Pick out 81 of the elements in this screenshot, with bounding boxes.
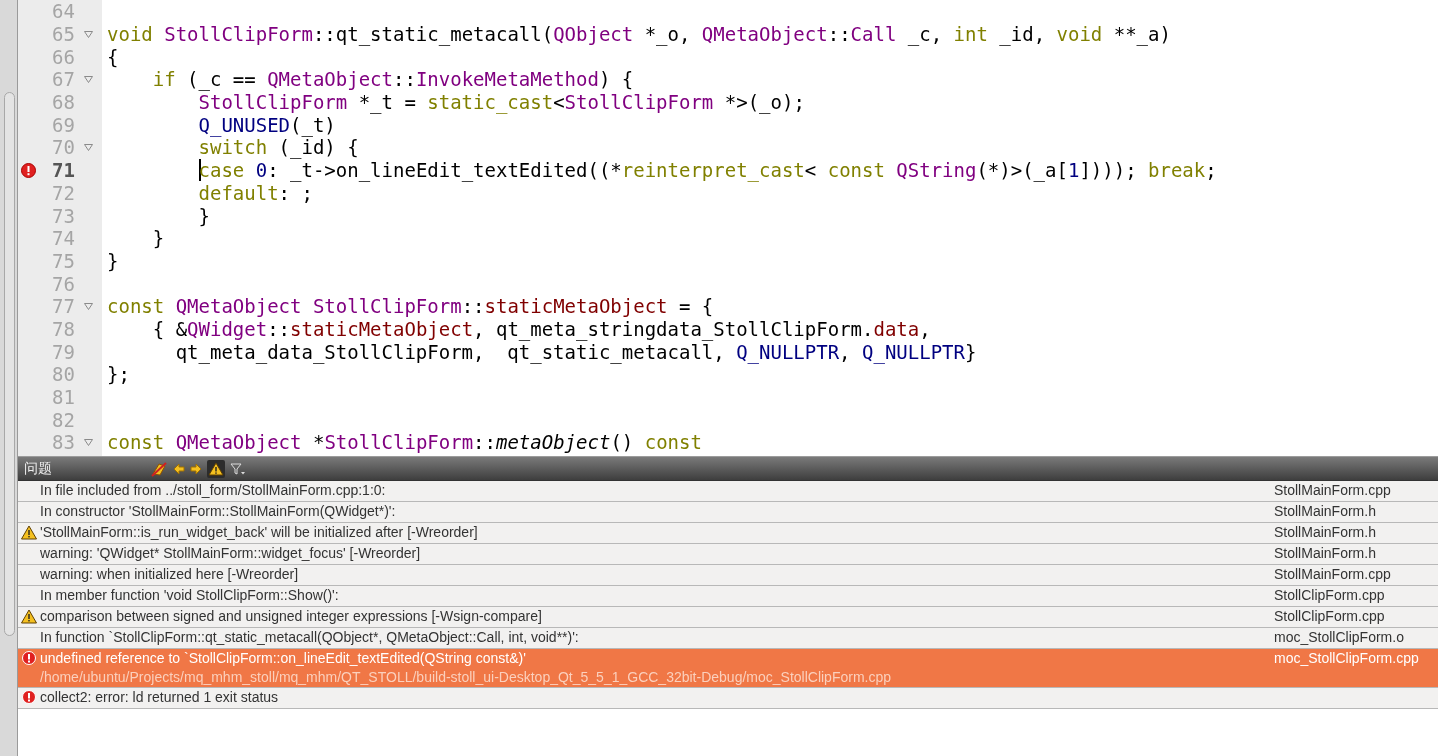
line-number: 80 [51, 363, 75, 386]
eraser-icon[interactable] [150, 459, 168, 478]
line-number: 71 [51, 159, 75, 182]
problem-message: collect2: error: ld returned 1 exit status [40, 688, 280, 707]
problem-row[interactable] [18, 649, 1438, 688]
right-arrow-icon[interactable] [190, 462, 202, 475]
error-icon [22, 651, 36, 665]
error-icon [22, 690, 36, 704]
line-number: 70 [51, 136, 75, 159]
code-line: } [197, 204, 210, 227]
warning-icon [21, 525, 37, 540]
file-name: moc_StollClipForm.o [1274, 628, 1405, 647]
code-line: StollClipForm *_t = static_cast<StollClipForm *>(_o); [197, 91, 805, 114]
file-path: /home/ubuntu/Projects/mq_mhm_stoll/mq_mhm/QT_STOLL/build-stoll_ui-Desktop_Qt_5_5_1_GCC_32bit-Debug/moc_StollClipForm.cpp [40, 668, 893, 687]
fold-arrow-icon[interactable] [84, 438, 93, 446]
panel-title: 问题 [24, 459, 53, 478]
line-number: 67 [51, 68, 75, 91]
problem-message: warning: 'QWidget* StollMainForm::widget_focus' [-Wreorder] [40, 544, 422, 563]
problem-row[interactable]: warning: when initialized here [-Wreorder] StollMainForm.cpp [18, 565, 1438, 586]
problem-row[interactable]: In function `StollClipForm::qt_static_metacall(QObject*, QMetaObject::Call, int, void**)': moc_StollClipForm.o [18, 628, 1438, 649]
problem-row[interactable]: collect2: error: ld returned 1 exit status [18, 688, 1438, 709]
code-line: switch (_id) { [197, 136, 359, 159]
problem-row[interactable]: 'StollMainForm::is_run_widget_back' will be initialized after [-Wreorder] StollMainForm.h [18, 523, 1438, 544]
code-line: } [107, 249, 119, 272]
line-number: 76 [51, 272, 75, 295]
file-name: StollMainForm.h [1274, 502, 1377, 521]
file-name: StollClipForm.cpp [1274, 607, 1386, 626]
line-number: 78 [51, 317, 75, 340]
problem-row[interactable]: warning: 'QWidget* StollMainForm::widget_focus' [-Wreorder] StollMainForm.h [18, 544, 1438, 565]
warning-icon [21, 609, 37, 624]
line-number: 81 [51, 386, 75, 409]
problem-row[interactable]: comparison between signed and unsigned integer expressions [-Wsign-compare] StollClipForm.cpp [18, 607, 1438, 628]
code-line: }; [107, 363, 130, 386]
left-arrow-icon[interactable] [173, 462, 185, 475]
file-name: moc_StollClipForm.cpp [1274, 649, 1420, 668]
problem-message: In constructor 'StollMainForm::StollMainForm(QWidget*)': [40, 502, 397, 521]
line-number: 66 [51, 45, 75, 68]
file-name: StollClipForm.cpp [1274, 586, 1386, 605]
filter-icon[interactable] [230, 461, 246, 476]
fold-arrow-icon[interactable] [84, 75, 93, 83]
problem-row[interactable]: In file included from ../stoll_form/StollMainForm.cpp:1:0: StollMainForm.cpp [18, 481, 1438, 502]
line-number: 65 [51, 23, 75, 46]
code-line: Q_UNUSED(_t) [197, 113, 336, 136]
line-number: 68 [51, 91, 75, 114]
file-name: StollMainForm.cpp [1274, 481, 1392, 500]
problem-message: comparison between signed and unsigned integer expressions [-Wsign-compare] [40, 607, 543, 626]
problem-message: In file included from ../stoll_form/StollMainForm.cpp:1:0: [40, 481, 387, 500]
code-line: const QMetaObject StollClipForm::staticMetaObject = { [107, 295, 714, 318]
line-number: 74 [51, 227, 75, 250]
line-number: 64 [51, 0, 75, 23]
line-number: 83 [51, 431, 75, 454]
warning-icon[interactable] [207, 459, 225, 478]
problem-row[interactable]: In member function 'void StollClipForm::Show()': StollClipForm.cpp [18, 586, 1438, 607]
code-line: { [107, 45, 119, 68]
code-line: { &QWidget::staticMetaObject, qt_meta_stringdata_StollClipForm.data, [151, 317, 931, 340]
line-number: 69 [51, 113, 75, 136]
scrollbar-thumb[interactable] [4, 92, 15, 636]
line-number: 82 [51, 408, 75, 431]
problem-message: In member function 'void StollClipForm::Show()': [40, 586, 340, 605]
line-number: 75 [51, 249, 75, 272]
line-number: 79 [51, 340, 75, 363]
problem-message: warning: when initialized here [-Wreorder] [40, 565, 300, 584]
problem-message: undefined reference to `StollClipForm::on_lineEdit_textEdited(QString const&)' [40, 649, 527, 668]
line-number: 77 [51, 295, 75, 318]
code-line: if (_c == QMetaObject::InvokeMetaMethod) { [151, 68, 634, 91]
fold-arrow-icon[interactable] [84, 143, 93, 151]
file-name: StollMainForm.cpp [1274, 565, 1392, 584]
problem-message: In function `StollClipForm::qt_static_metacall(QObject*, QMetaObject::Call, int, void**)': [40, 628, 580, 647]
line-number: 72 [51, 181, 75, 204]
code-line: void StollClipForm::qt_static_metacall(QObject *_o, QMetaObject::Call _c, int _id, void **_a) [107, 23, 1171, 46]
line-number: 73 [51, 204, 75, 227]
fold-arrow-icon[interactable] [84, 30, 93, 38]
file-name: StollMainForm.h [1274, 544, 1377, 563]
problem-row[interactable]: In constructor 'StollMainForm::StollMainForm(QWidget*)': StollMainForm.h [18, 502, 1438, 523]
code-line: qt_meta_data_StollClipForm, qt_static_metacall, Q_NULLPTR, Q_NULLPTR} [174, 340, 977, 363]
file-name: StollMainForm.h [1274, 523, 1377, 542]
problem-message: 'StollMainForm::is_run_widget_back' will be initialized after [-Wreorder] [40, 523, 479, 542]
fold-arrow-icon[interactable] [84, 302, 93, 310]
code-line: default: ; [197, 181, 313, 204]
code-line: } [151, 227, 165, 250]
code-line: const QMetaObject *StollClipForm::metaObject() const [107, 431, 702, 454]
